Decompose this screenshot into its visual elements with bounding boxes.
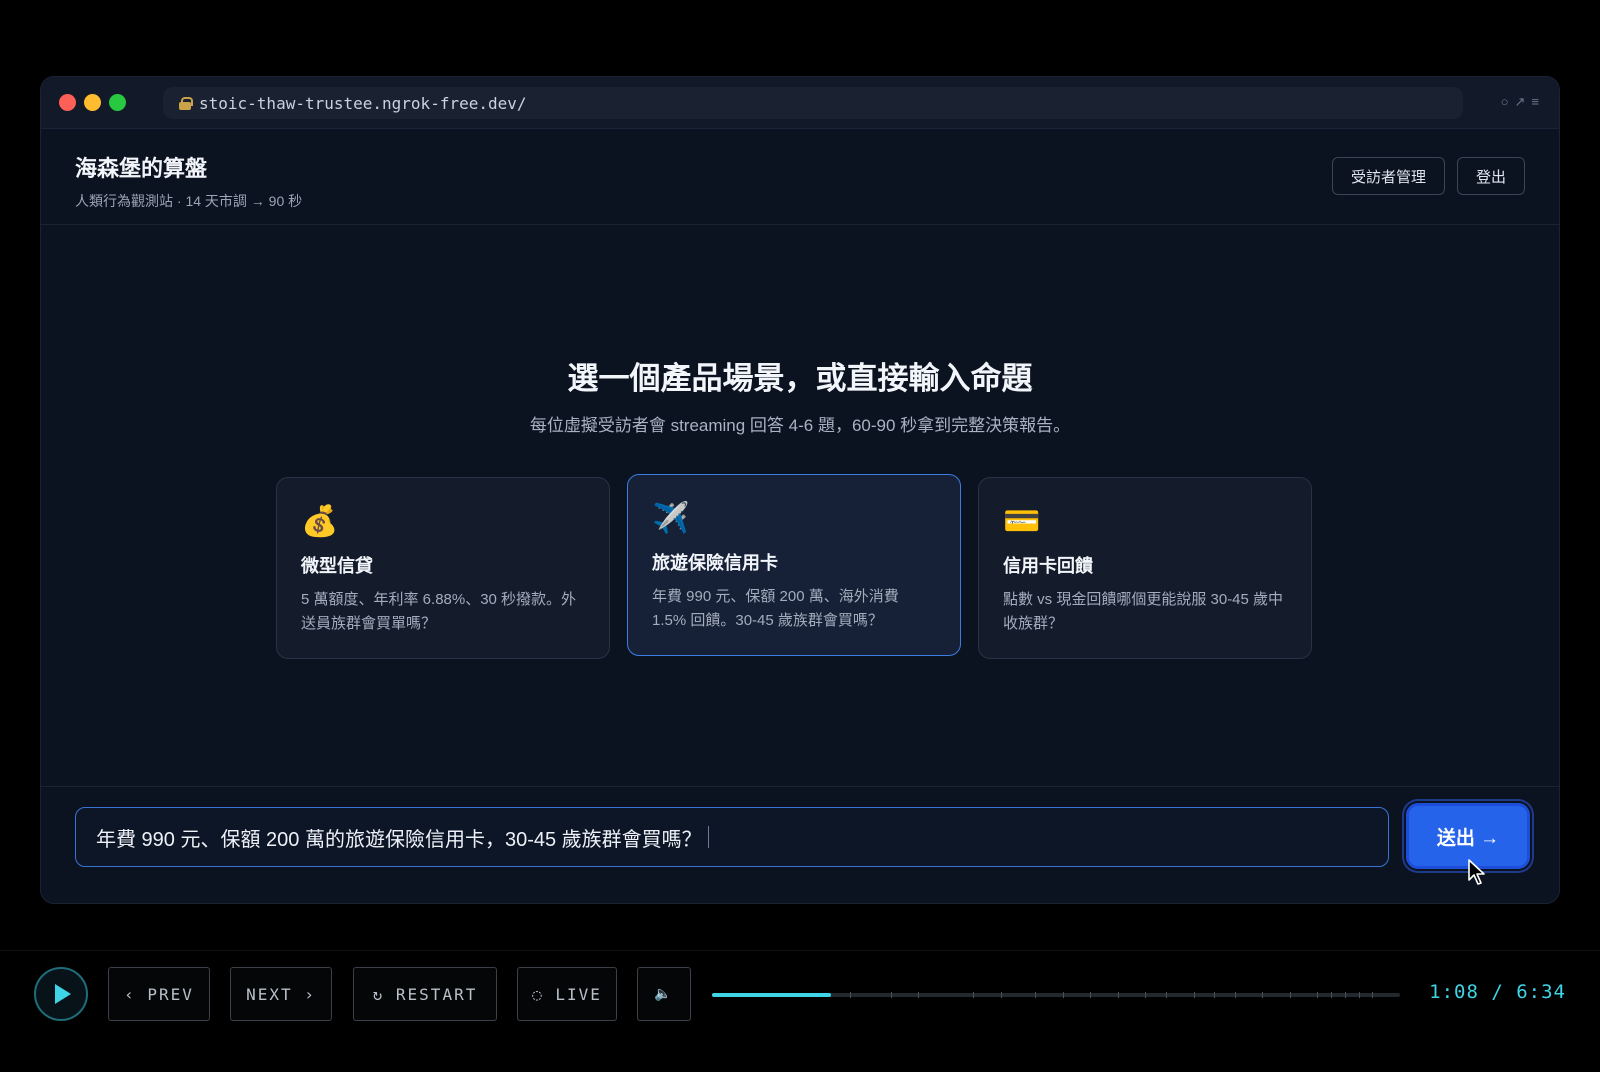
- progress-fill: [712, 993, 832, 997]
- chapter-tick: [1117, 992, 1119, 998]
- page-heading: 選一個產品場景，或直接輸入命題: [567, 361, 1033, 396]
- play-icon: [55, 984, 71, 1004]
- time-readout: 1:08 / 6:34: [1429, 981, 1566, 1003]
- next-button[interactable]: NEXT ›: [230, 967, 332, 1021]
- chapter-tick: [973, 992, 975, 998]
- chapter-tick: [1262, 992, 1264, 998]
- restart-button[interactable]: ↻ RESTART: [353, 967, 497, 1021]
- lock-icon: [179, 96, 193, 110]
- speaker-icon: 🔈: [654, 986, 674, 1002]
- maximize-window-button[interactable]: [109, 94, 126, 111]
- scenario-card-microloan[interactable]: 💰 微型信貸 5 萬額度、年利率 6.88%、30 秒撥款。外送員族群會買單嗎？: [276, 477, 610, 659]
- logout-button[interactable]: 登出: [1456, 157, 1525, 195]
- browser-window: stoic-thaw-trustee.ngrok-free.dev/ ○ ↗ ≡…: [40, 76, 1560, 904]
- card-description: 年費 990 元、保額 200 萬、海外消費 1.5% 回饋。30-45 歲族群…: [652, 588, 899, 629]
- composer: 年費 990 元、保額 200 萬的旅遊保險信用卡，30-45 歲族群會買嗎？ …: [41, 787, 1559, 903]
- minimize-window-button[interactable]: [84, 94, 101, 111]
- chapter-tick: [918, 992, 920, 998]
- chapter-tick: [1145, 992, 1147, 998]
- respondent-manage-button[interactable]: 受訪者管理: [1331, 157, 1445, 195]
- prompt-input-value: 年費 990 元、保額 200 萬的旅遊保險信用卡，30-45 歲族群會買嗎？: [96, 828, 702, 851]
- browser-tools: ○ ↗ ≡: [1501, 94, 1539, 110]
- menu-icon[interactable]: ≡: [1531, 94, 1539, 110]
- chapter-tick: [1214, 992, 1216, 998]
- close-window-button[interactable]: [59, 94, 76, 111]
- prompt-input[interactable]: 年費 990 元、保額 200 萬的旅遊保險信用卡，30-45 歲族群會買嗎？: [75, 807, 1389, 867]
- chapter-tick: [1166, 992, 1168, 998]
- scenario-card-cashback[interactable]: 💳 信用卡回饋 點數 vs 現金回饋哪個更能說服 30-45 歲中收族群？: [978, 477, 1312, 659]
- mute-button[interactable]: 🔈: [637, 967, 691, 1021]
- url-text: stoic-thaw-trustee.ngrok-free.dev/: [199, 93, 527, 113]
- chapter-tick: [1000, 992, 1002, 998]
- chapter-tick: [1234, 992, 1236, 998]
- progress-bar[interactable]: [712, 992, 1400, 998]
- address-bar[interactable]: stoic-thaw-trustee.ngrok-free.dev/: [163, 87, 1463, 119]
- airplane-icon: ✈️: [652, 502, 690, 535]
- card-description: 5 萬額度、年利率 6.88%、30 秒撥款。外送員族群會買單嗎？: [301, 591, 577, 632]
- chapter-tick: [1344, 992, 1346, 998]
- chapter-tick: [1289, 992, 1291, 998]
- play-button[interactable]: [34, 967, 88, 1021]
- money-bag-icon: 💰: [301, 505, 339, 538]
- chapter-tick: [1372, 992, 1374, 998]
- playback-controls: ‹ PREV NEXT › ↻ RESTART ◌ LIVE 🔈 1:08 / …: [0, 950, 1600, 1072]
- scenario-cards: 💰 微型信貸 5 萬額度、年利率 6.88%、30 秒撥款。外送員族群會買單嗎？…: [276, 474, 1312, 659]
- chapter-tick: [849, 992, 851, 998]
- card-title: 信用卡回饋: [1003, 556, 1093, 576]
- card-title: 旅遊保險信用卡: [652, 553, 778, 573]
- chapter-tick: [1317, 992, 1319, 998]
- main-content: 選一個產品場景，或直接輸入命題 每位虛擬受訪者會 streaming 回答 4-…: [41, 225, 1559, 787]
- chapter-tick: [1062, 992, 1064, 998]
- chapter-tick: [1193, 992, 1195, 998]
- share-icon[interactable]: ↗: [1515, 94, 1526, 110]
- app-header: 海森堡的算盤 人類行為觀測站 · 14 天市調 → 90 秒 受訪者管理 登出: [41, 129, 1559, 225]
- card-description: 點數 vs 現金回饋哪個更能說服 30-45 歲中收族群？: [1003, 591, 1284, 632]
- text-caret: [707, 826, 709, 848]
- scenario-card-travel-insurance[interactable]: ✈️ 旅遊保險信用卡 年費 990 元、保額 200 萬、海外消費 1.5% 回…: [627, 474, 961, 656]
- prev-button[interactable]: ‹ PREV: [108, 967, 210, 1021]
- live-button[interactable]: ◌ LIVE: [517, 967, 617, 1021]
- mouse-cursor-icon: [1468, 859, 1485, 885]
- reload-icon[interactable]: ○: [1501, 94, 1509, 110]
- page-subheading: 每位虛擬受訪者會 streaming 回答 4-6 題，60-90 秒拿到完整決…: [529, 416, 1071, 435]
- chapter-tick: [890, 992, 892, 998]
- chapter-tick: [1035, 992, 1037, 998]
- credit-card-icon: 💳: [1003, 505, 1041, 538]
- chapter-tick: [1090, 992, 1092, 998]
- window-controls: [59, 94, 126, 111]
- chapter-tick: [1358, 992, 1360, 998]
- browser-titlebar: stoic-thaw-trustee.ngrok-free.dev/ ○ ↗ ≡: [41, 77, 1559, 129]
- card-title: 微型信貸: [301, 556, 373, 576]
- chapter-tick: [1331, 992, 1333, 998]
